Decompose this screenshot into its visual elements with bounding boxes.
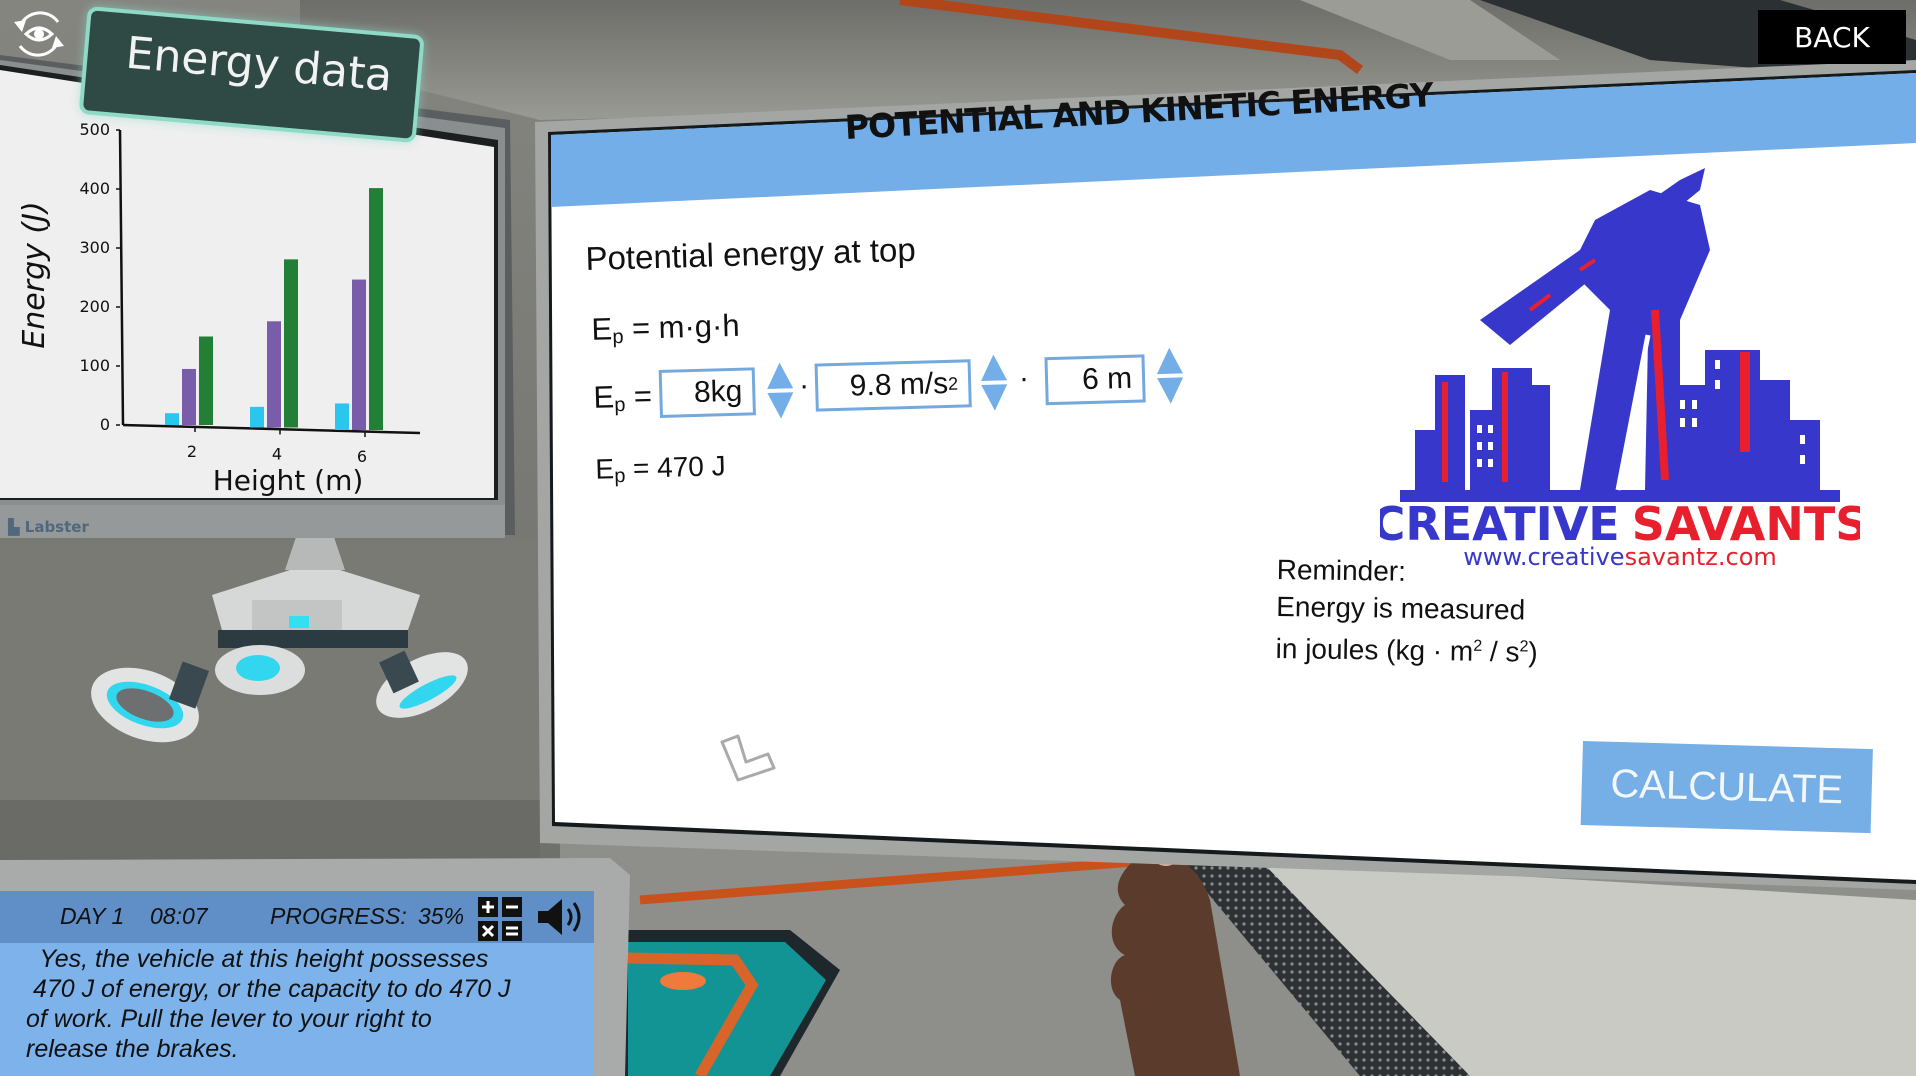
status-bar: DAY 1 08:07 PROGRESS: 35% [0,891,594,943]
clock-time: 08:07 [150,903,208,929]
dialog-message: Yes, the vehicle at this height possesse… [26,945,511,1063]
reminder-sup-1: 2 [1473,637,1483,655]
arrow-down-icon[interactable] [767,392,794,419]
gravity-stepper[interactable] [978,352,1010,413]
mass-value: 8kg [693,374,743,410]
arrow-down-icon[interactable] [1157,377,1184,404]
progress-label: PROGRESS: [270,903,407,929]
arrow-up-icon[interactable] [980,354,1008,381]
height-value: 6 m [1081,361,1133,397]
height-stepper[interactable] [1154,345,1186,406]
progress-value: 35% [418,903,465,929]
day-label: DAY 1 [60,903,125,929]
mass-input[interactable]: 8kg [658,367,756,418]
multiply-operator: · [1018,361,1030,395]
gravity-input[interactable]: 9.8 m/s 2 [814,359,972,412]
arrow-up-icon[interactable] [1156,347,1183,375]
reminder-units-mid: / s [1481,635,1520,668]
result-value: = 470 J [632,450,727,484]
arrow-down-icon[interactable] [981,384,1008,411]
lab-scene: 0 100 200 300 400 500 2 4 6 Height (m) Energy (J) … [0,0,1916,1076]
formula-line: Ep = m·g·h [591,308,740,350]
reminder-sup-2: 2 [1519,638,1529,656]
back-button[interactable]: BACK [1758,10,1906,64]
speaker-icon[interactable] [536,897,586,937]
multiply-operator: · [798,368,810,403]
reminder-units-post: ) [1528,636,1538,668]
reminder-line-3: in joules (kg · m2 / s2) [1275,625,1538,671]
cursor-icon [720,734,776,782]
eq-e: E [592,379,615,415]
result-sub: p [613,464,626,488]
formula-e: E [591,311,613,347]
reminder-units-pre: in joules (kg · m [1275,632,1474,667]
dialog-panel: DAY 1 08:07 PROGRESS: 35% Yes, the vehic… [0,891,594,1076]
eq-equals: = [633,378,653,414]
calculator-icon[interactable] [478,897,524,941]
reminder-line-2: Energy is measured [1276,590,1526,626]
gravity-value: 9.8 m/s [849,366,949,403]
formula-rhs: = m·g·h [631,307,741,346]
creative-savants-logo: CREATIVE SAVANTS www.creativesavantz.com [1380,168,1860,570]
reminder-note: Reminder: Energy is measured in joules (… [1275,551,1539,671]
arrow-up-icon[interactable] [767,362,794,389]
formula-sub: p [612,325,624,349]
calculate-button[interactable]: CALCULATE [1580,741,1873,834]
reminder-title: Reminder: [1276,553,1407,587]
mass-stepper[interactable] [764,360,796,421]
equation-prefix: Ep = [593,378,653,418]
eq-sub: p [614,393,626,417]
gravity-unit-sup: 2 [947,373,959,394]
result-e: E [594,453,615,485]
height-input[interactable]: 6 m [1044,354,1146,406]
result-line: Ep = 470 J [595,450,726,489]
